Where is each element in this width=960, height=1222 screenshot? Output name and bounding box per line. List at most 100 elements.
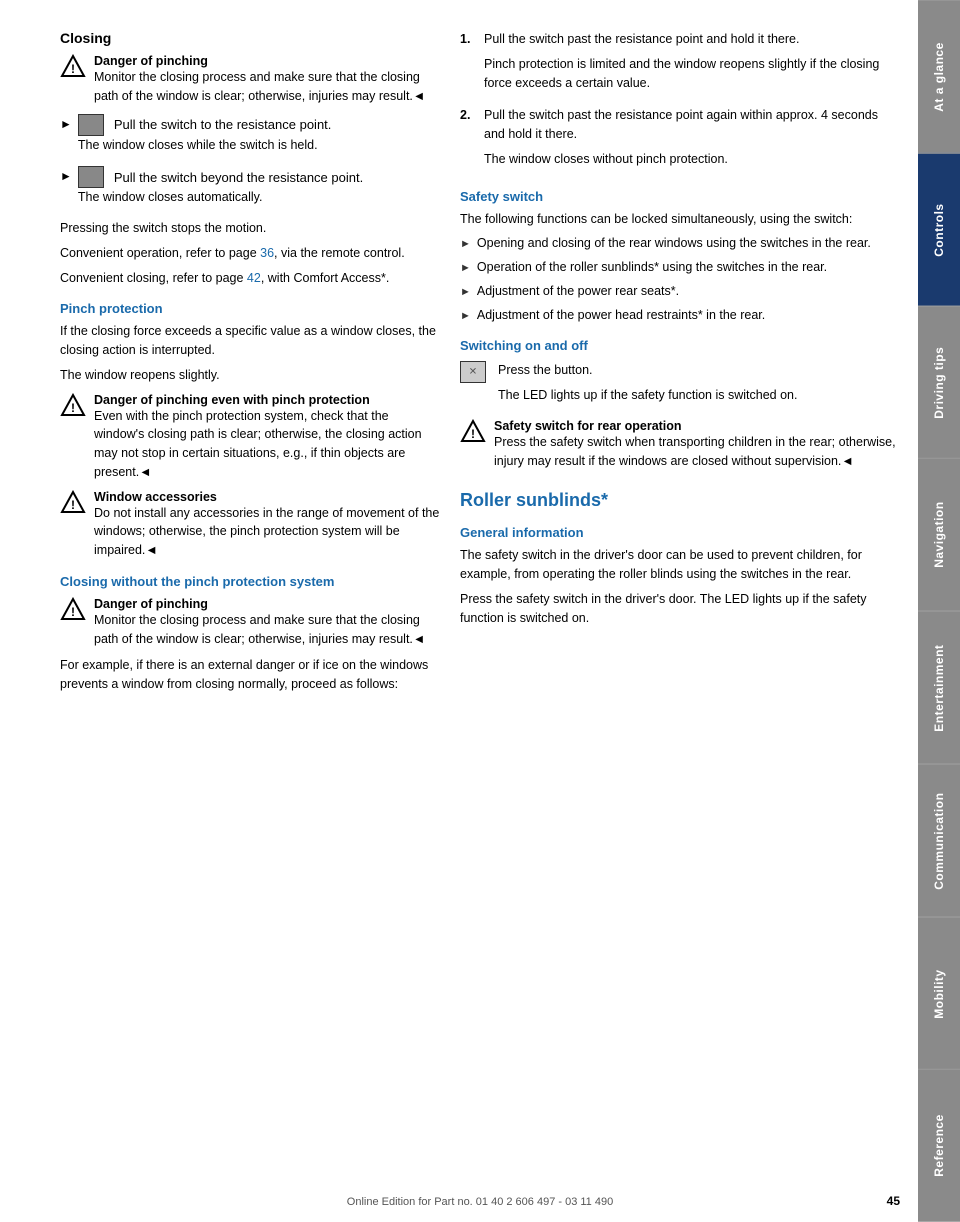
step-num-1: 1. (460, 30, 476, 98)
safety-title: Safety switch (460, 189, 898, 204)
sidebar-label-communication: Communication (932, 792, 946, 889)
arrow-icon-2: ► (60, 169, 72, 183)
warning-body-1: Monitor the closing process and make sur… (94, 68, 440, 106)
page-container: Closing ! Danger of pinching Monitor the… (0, 0, 960, 1222)
link-42[interactable]: 42 (247, 271, 261, 285)
sidebar-tab-entertainment[interactable]: Entertainment (918, 611, 960, 764)
general-p1: The safety switch in the driver's door c… (460, 546, 898, 584)
sidebar-label-navigation: Navigation (932, 502, 946, 568)
safety-bullet-3: ► Adjustment of the power rear seats*. (460, 282, 898, 301)
numbered-steps: 1. Pull the switch past the resistance p… (460, 30, 898, 175)
closing-nopinch-title: Closing without the pinch protection sys… (60, 574, 440, 589)
safety-bullets: ► Opening and closing of the rear window… (460, 234, 898, 324)
step2-main: Pull the switch past the resistance poin… (484, 106, 898, 144)
switching-content: Press the button. The LED lights up if t… (498, 361, 797, 411)
switch-icon-2 (78, 166, 104, 188)
warning-title-2: Danger of pinching even with pinch prote… (94, 393, 440, 407)
switching-title: Switching on and off (460, 338, 898, 353)
warning-text-4: Danger of pinching Monitor the closing p… (94, 597, 440, 649)
warning-body-4: Monitor the closing process and make sur… (94, 611, 440, 649)
warning-body-2: Even with the pinch protection system, c… (94, 407, 440, 482)
step-1: 1. Pull the switch past the resistance p… (460, 30, 898, 98)
warning-title-5: Safety switch for rear operation (494, 419, 898, 433)
warning-text-2: Danger of pinching even with pinch prote… (94, 393, 440, 482)
safety-bullet-text-1: Opening and closing of the rear windows … (477, 234, 871, 253)
step-content-2: Pull the switch past the resistance poin… (484, 106, 898, 174)
bullet-row-2: ► Pull the switch beyond the resistance … (60, 166, 440, 213)
svg-text:!: ! (71, 498, 75, 512)
bullet-row-1: ► Pull the switch to the resistance poin… (60, 114, 440, 161)
sidebar-tab-navigation[interactable]: Navigation (918, 458, 960, 611)
bullet2-instruction: Pull the switch beyond the resistance po… (114, 170, 363, 185)
safety-arrow-4: ► (460, 308, 471, 325)
page-footer: Online Edition for Part no. 01 40 2 606 … (0, 1196, 960, 1208)
warning-triangle-icon-4: ! (60, 597, 86, 623)
general-title: General information (460, 525, 898, 540)
step-num-2: 2. (460, 106, 476, 174)
sidebar-label-reference: Reference (932, 1115, 946, 1178)
sidebar-tab-driving-tips[interactable]: Driving tips (918, 306, 960, 459)
pinch-p1: If the closing force exceeds a specific … (60, 322, 440, 360)
safety-switch-icon (460, 361, 486, 383)
warning-body-3: Do not install any accessories in the ra… (94, 504, 440, 560)
right-column: 1. Pull the switch past the resistance p… (460, 30, 898, 1192)
page-number: 45 (887, 1194, 900, 1208)
press-text: Pressing the switch stops the motion. (60, 219, 440, 238)
warning-box-5: ! Safety switch for rear operation Press… (460, 419, 898, 471)
warning-body-5: Press the safety switch when transportin… (494, 433, 898, 471)
pinch-p2: The window reopens slightly. (60, 366, 440, 385)
warning-title-1: Danger of pinching (94, 54, 440, 68)
warning-box-1: ! Danger of pinching Monitor the closing… (60, 54, 440, 106)
safety-p1: The following functions can be locked si… (460, 210, 898, 229)
sidebar-tab-mobility[interactable]: Mobility (918, 917, 960, 1070)
svg-text:!: ! (71, 62, 75, 76)
bullet1-sub: The window closes while the switch is he… (78, 136, 440, 155)
switching-p1: Press the button. (498, 361, 797, 380)
general-p2: Press the safety switch in the driver's … (460, 590, 898, 628)
safety-bullet-4: ► Adjustment of the power head restraint… (460, 306, 898, 325)
main-title: Closing (60, 30, 440, 46)
example-text: For example, if there is an external dan… (60, 656, 440, 694)
arrow-icon-1: ► (60, 117, 72, 131)
warning-text-5: Safety switch for rear operation Press t… (494, 419, 898, 471)
sidebar-label-driving-tips: Driving tips (932, 346, 946, 418)
sidebar-label-at-a-glance: At a glance (932, 42, 946, 112)
step1-main: Pull the switch past the resistance poin… (484, 30, 898, 49)
link-36[interactable]: 36 (260, 246, 274, 260)
safety-bullet-text-4: Adjustment of the power head restraints*… (477, 306, 765, 325)
sidebar-tab-communication[interactable]: Communication (918, 764, 960, 917)
warning-triangle-icon-5: ! (460, 419, 486, 445)
step2-sub: The window closes without pinch protecti… (484, 150, 898, 169)
sidebar-tab-controls[interactable]: Controls (918, 153, 960, 306)
bullet2-sub: The window closes automatically. (78, 188, 440, 207)
warning-box-3: ! Window accessories Do not install any … (60, 490, 440, 560)
convenient2-text: Convenient closing, refer to page 42, wi… (60, 269, 440, 288)
sidebar-label-mobility: Mobility (932, 969, 946, 1018)
bullet-content-1: Pull the switch to the resistance point.… (78, 114, 440, 161)
svg-text:!: ! (71, 401, 75, 415)
switch-icon-1 (78, 114, 104, 136)
svg-text:!: ! (71, 605, 75, 619)
safety-bullet-text-3: Adjustment of the power rear seats*. (477, 282, 679, 301)
step-content-1: Pull the switch past the resistance poin… (484, 30, 898, 98)
sidebar-label-controls: Controls (932, 203, 946, 256)
roller-title: Roller sunblinds* (460, 490, 898, 511)
left-column: Closing ! Danger of pinching Monitor the… (60, 30, 440, 1192)
warning-text-3: Window accessories Do not install any ac… (94, 490, 440, 560)
sidebar-label-entertainment: Entertainment (932, 644, 946, 731)
warning-triangle-icon-3: ! (60, 490, 86, 516)
bullet-content-2: Pull the switch beyond the resistance po… (78, 166, 440, 213)
step1-sub: Pinch protection is limited and the wind… (484, 55, 898, 93)
warning-box-2: ! Danger of pinching even with pinch pro… (60, 393, 440, 482)
safety-bullet-text-2: Operation of the roller sunblinds* using… (477, 258, 827, 277)
safety-bullet-1: ► Opening and closing of the rear window… (460, 234, 898, 253)
warning-triangle-icon-2: ! (60, 393, 86, 419)
warning-triangle-icon-1: ! (60, 54, 86, 80)
footer-text: Online Edition for Part no. 01 40 2 606 … (347, 1196, 613, 1208)
safety-arrow-3: ► (460, 284, 471, 301)
safety-bullet-2: ► Operation of the roller sunblinds* usi… (460, 258, 898, 277)
svg-text:!: ! (471, 427, 475, 441)
main-content: Closing ! Danger of pinching Monitor the… (0, 0, 918, 1222)
switching-row: Press the button. The LED lights up if t… (460, 361, 898, 411)
sidebar-tab-at-a-glance[interactable]: At a glance (918, 0, 960, 153)
